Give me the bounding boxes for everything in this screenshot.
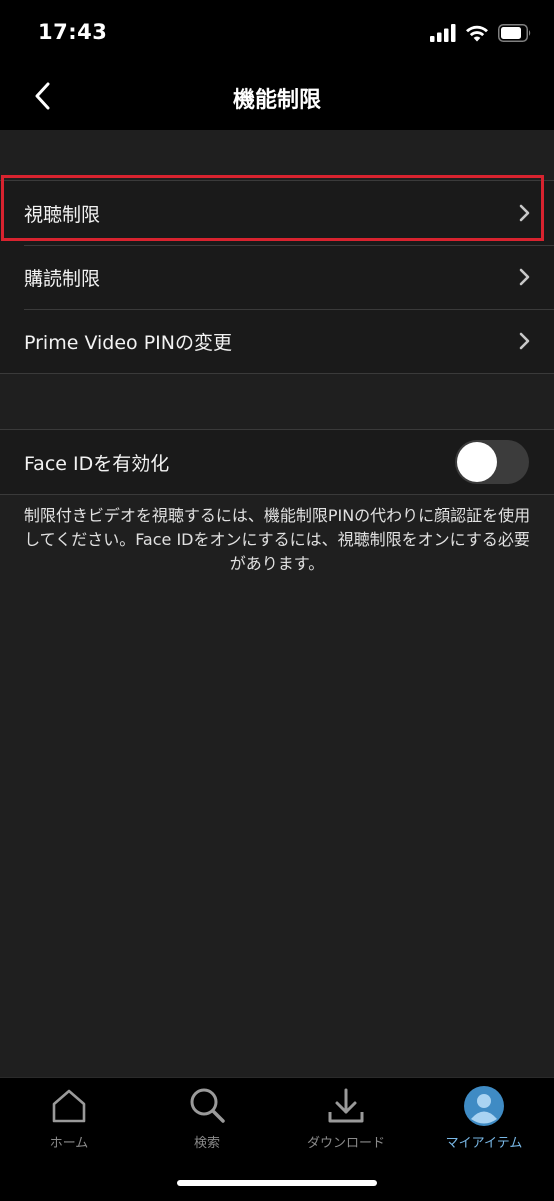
tab-label: ホーム [49, 1136, 89, 1151]
download-icon [326, 1086, 366, 1126]
status-icons [430, 24, 532, 46]
row-label: 視聴制限 [24, 203, 101, 226]
face-id-row: Face IDを有効化 [0, 430, 554, 494]
tab-search[interactable]: 検索 [138, 1086, 276, 1166]
viewing-restrictions-row[interactable]: 視聴制限 [0, 181, 554, 245]
battery-icon [498, 24, 532, 46]
settings-content: 視聴制限 購読制限 Prime Video PINの変更 Face IDを有効化… [0, 130, 554, 1077]
face-id-note: 制限付きビデオを視聴するには、機能制限PINの代わりに顔認証を使用してください。… [23, 506, 531, 573]
tab-home[interactable]: ホーム [0, 1086, 138, 1166]
tab-downloads[interactable]: ダウンロード [277, 1086, 415, 1166]
home-icon [49, 1086, 89, 1126]
wifi-icon [465, 24, 489, 46]
status-time: 17:43 [38, 20, 108, 44]
chevron-right-icon [518, 203, 532, 223]
row-label: Face IDを有効化 [24, 452, 170, 475]
restrictions-group: 視聴制限 購読制限 Prime Video PINの変更 [0, 180, 554, 374]
toggle-knob [457, 442, 497, 482]
search-icon [187, 1086, 227, 1126]
purchase-restrictions-row[interactable]: 購読制限 [0, 245, 554, 309]
status-bar: 17:43 [0, 0, 554, 66]
cellular-signal-icon [430, 24, 456, 46]
tab-label: ダウンロード [306, 1136, 385, 1151]
row-label: Prime Video PINの変更 [24, 331, 232, 354]
tab-label: マイアイテム [445, 1136, 523, 1151]
tab-label: 検索 [193, 1136, 220, 1151]
navigation-bar: 機能制限 [0, 66, 554, 130]
face-id-group: Face IDを有効化 [0, 429, 554, 495]
tab-my-items[interactable]: マイアイテム [415, 1086, 553, 1166]
avatar-icon [464, 1086, 504, 1126]
row-label: 購読制限 [24, 267, 101, 290]
home-indicator [177, 1180, 377, 1186]
chevron-right-icon [518, 331, 532, 351]
page-title: 機能制限 [232, 88, 321, 113]
face-id-toggle[interactable] [455, 440, 529, 484]
change-pin-row[interactable]: Prime Video PINの変更 [0, 309, 554, 373]
chevron-right-icon [518, 267, 532, 287]
